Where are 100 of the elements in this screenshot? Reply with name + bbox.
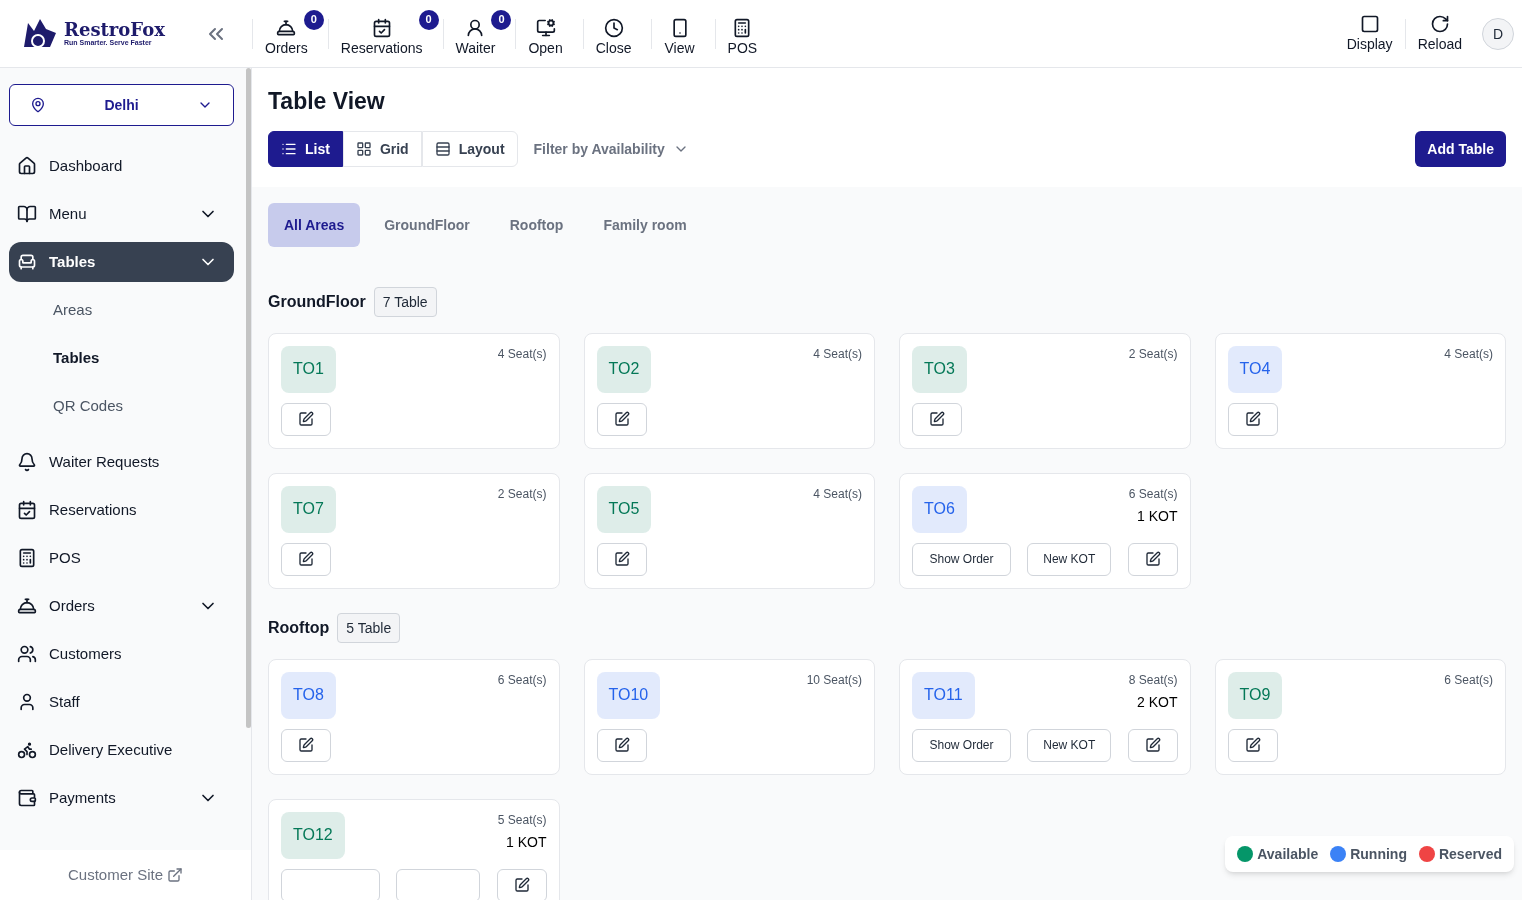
user-avatar[interactable]: D: [1482, 17, 1514, 50]
edit-button[interactable]: [912, 402, 962, 436]
scrollbar[interactable]: [246, 68, 251, 728]
edit-icon: [513, 877, 530, 893]
users-icon: [17, 644, 37, 664]
availability-filter[interactable]: Filter by Availability: [533, 138, 689, 159]
calculator-icon: [17, 548, 37, 568]
toolbar-button[interactable]: Reload: [1409, 13, 1470, 54]
table-card[interactable]: TO7 2 Seat(s): [268, 472, 560, 589]
legend-label: Reserved: [1438, 845, 1502, 864]
table-card[interactable]: TO3 2 Seat(s): [899, 332, 1191, 449]
show-order-button[interactable]: Show Order: [912, 728, 1011, 762]
rows-icon: [434, 140, 451, 157]
area-tab[interactable]: Rooftop: [493, 202, 580, 247]
edit-button[interactable]: [1127, 542, 1178, 576]
sidebar-item[interactable]: Staff: [9, 682, 234, 722]
seat-count: 6 Seat(s): [497, 671, 547, 688]
view-tab[interactable]: Grid: [342, 130, 422, 167]
seat-count: 6 Seat(s): [1128, 485, 1178, 502]
edit-button[interactable]: [596, 728, 647, 762]
calculator-icon: [732, 17, 753, 38]
legend-label: Available: [1257, 845, 1319, 864]
table-card[interactable]: TO2 4 Seat(s): [583, 332, 875, 449]
table-card[interactable]: TO10 10 Seat(s): [583, 658, 875, 775]
sidebar-item[interactable]: Delivery Executive: [9, 730, 234, 770]
table-count-badge: 7 Table: [373, 286, 437, 317]
show-order-button[interactable]: Show Order: [912, 542, 1011, 576]
sidebar-item[interactable]: Menu: [9, 194, 234, 234]
area-tab[interactable]: Family room: [587, 202, 703, 247]
sidebar-item[interactable]: Waiter Requests: [9, 442, 234, 482]
submenu-item[interactable]: QR Codes: [9, 382, 234, 430]
page-title: Table View: [268, 87, 386, 116]
table-card[interactable]: TO8 6 Seat(s): [268, 658, 560, 775]
grid-icon: [355, 140, 372, 157]
table-code: TO12: [281, 811, 345, 859]
count-badge: 0: [303, 9, 324, 30]
table-card[interactable]: TO11 8 Seat(s) 2 KOT Show Order New KOT: [899, 658, 1191, 775]
edit-button[interactable]: [1227, 728, 1278, 762]
table-code: TO11: [912, 671, 975, 719]
area-tab[interactable]: GroundFloor: [368, 202, 486, 247]
toolbar-button[interactable]: Open: [520, 17, 571, 58]
count-badge: 0: [418, 9, 439, 30]
area-name: GroundFloor: [268, 291, 366, 312]
sidebar-item[interactable]: Payments: [9, 778, 234, 818]
chair-icon: [17, 252, 37, 272]
sidebar-item[interactable]: Dashboard: [9, 146, 234, 186]
table-card[interactable]: TO4 4 Seat(s): [1214, 332, 1506, 449]
table-card[interactable]: TO6 6 Seat(s) 1 KOT Show Order New KOT: [899, 472, 1191, 589]
edit-icon: [1144, 737, 1161, 753]
table-card[interactable]: TO9 6 Seat(s): [1214, 658, 1506, 775]
edit-button[interactable]: [281, 728, 331, 762]
add-table-button[interactable]: Add Table: [1415, 130, 1506, 167]
square-icon: [1359, 13, 1380, 34]
new-kot-button[interactable]: New KOT: [1027, 728, 1112, 762]
submenu-item[interactable]: Areas: [9, 286, 234, 334]
edit-button[interactable]: [596, 402, 647, 436]
sidebar-item[interactable]: POS: [9, 538, 234, 578]
toolbar-button[interactable]: POS: [719, 17, 766, 58]
table-card[interactable]: TO12 5 Seat(s) 1 KOT: [268, 798, 560, 900]
location-select[interactable]: Delhi: [9, 84, 234, 126]
sidebar-item[interactable]: Reservations: [9, 490, 234, 530]
house-icon: [17, 156, 37, 176]
calendar-icon: [17, 500, 37, 520]
wallet-icon: [17, 788, 37, 808]
seat-count: 10 Seat(s): [806, 671, 862, 688]
sidebar-item[interactable]: Tables: [9, 242, 234, 282]
toolbar-button[interactable]: View: [656, 17, 703, 58]
table-count-badge: 5 Table: [337, 612, 401, 643]
edit-icon: [298, 551, 314, 567]
table-code: TO10: [596, 671, 661, 719]
toolbar-button[interactable]: Close: [587, 17, 640, 58]
sidebar-item[interactable]: Orders: [9, 586, 234, 626]
view-tab[interactable]: Layout: [421, 130, 518, 167]
submenu-item[interactable]: Tables: [9, 334, 234, 382]
book-icon: [17, 204, 37, 224]
user-icon: [17, 692, 37, 712]
toolbar-button[interactable]: Display: [1338, 13, 1401, 54]
view-tab[interactable]: List: [268, 130, 343, 167]
count-badge: 0: [491, 9, 512, 30]
table-card[interactable]: TO1 4 Seat(s): [268, 332, 560, 449]
brand-name: RestroFox: [64, 21, 165, 39]
table-card[interactable]: TO5 4 Seat(s): [583, 472, 875, 589]
kot-count: 1 KOT: [506, 832, 547, 852]
edit-icon: [298, 737, 314, 753]
edit-button[interactable]: [1227, 402, 1278, 436]
kot-count: 2 KOT: [1137, 692, 1178, 712]
table-code: TO4: [1227, 345, 1283, 393]
edit-button[interactable]: [281, 542, 331, 576]
edit-icon: [298, 411, 314, 427]
edit-icon: [1244, 737, 1261, 753]
seat-count: 4 Seat(s): [497, 345, 547, 362]
edit-button[interactable]: [1127, 728, 1178, 762]
edit-button[interactable]: [596, 542, 647, 576]
area-tab[interactable]: All Areas: [268, 202, 361, 247]
customer-site-link[interactable]: Customer Site: [0, 850, 251, 900]
sidebar-item[interactable]: Customers: [9, 634, 234, 674]
new-kot-button[interactable]: New KOT: [1027, 542, 1112, 576]
edit-icon: [929, 411, 945, 427]
edit-button[interactable]: [281, 402, 331, 436]
table-code: TO9: [1227, 671, 1283, 719]
